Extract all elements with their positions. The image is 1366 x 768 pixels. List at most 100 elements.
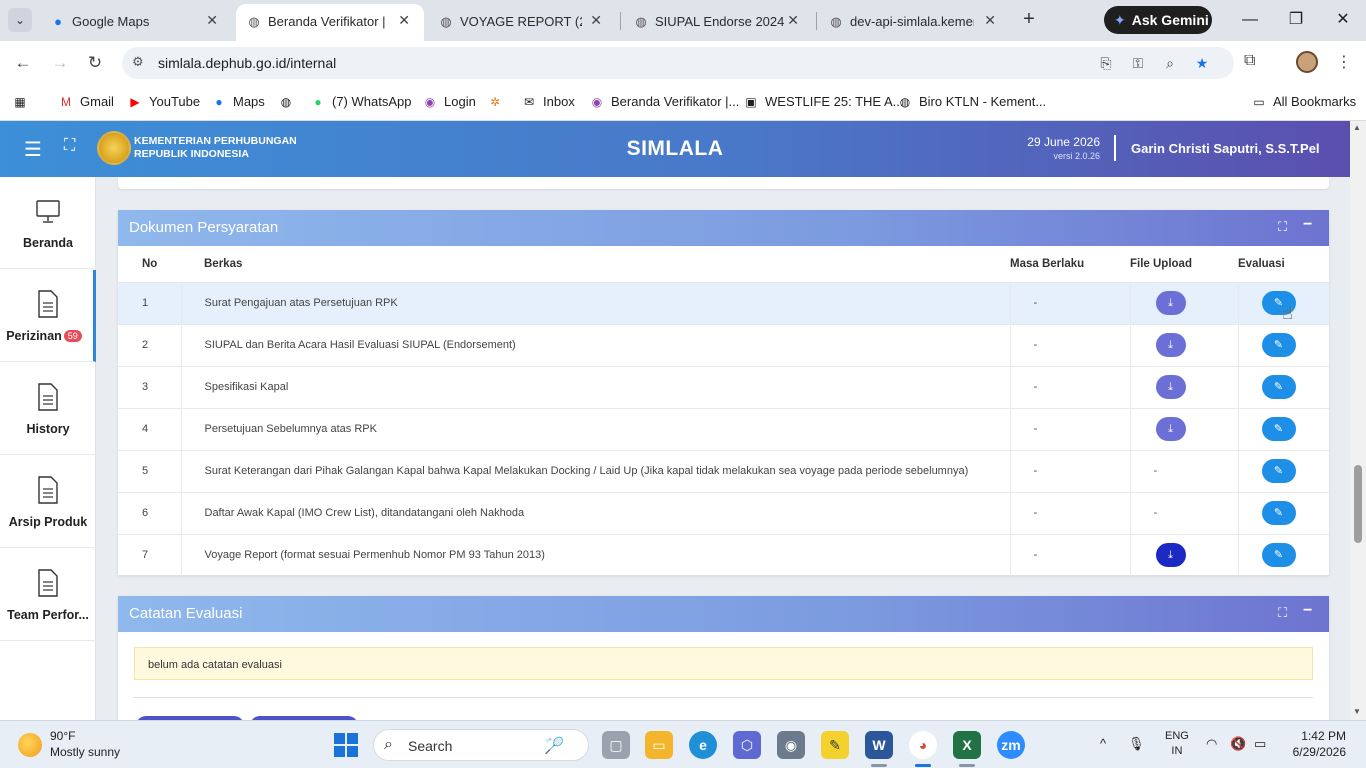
all-bookmarks[interactable]: ▭ All Bookmarks <box>1251 94 1356 109</box>
install-app-icon[interactable]: ⎘ <box>1096 53 1116 73</box>
evaluate-button[interactable]: ✎ <box>1261 375 1296 399</box>
sidebar-item-history[interactable]: History <box>0 363 96 455</box>
tab-voyage-report[interactable]: ◍ VOYAGE REPORT (230F ✕ <box>428 4 616 41</box>
address-bar[interactable]: ⚙ simlala.dephub.go.id/internal ⎘ ⚿ ⌕ ★ <box>122 47 1234 79</box>
edge-icon[interactable]: e <box>689 731 717 759</box>
bookmark-star-icon[interactable]: ★ <box>1192 53 1212 73</box>
download-button[interactable]: ⤓ <box>1155 333 1186 357</box>
back-arrow-icon[interactable]: ← <box>11 51 35 75</box>
page-scrollbar[interactable]: ▲ ▼ <box>1350 121 1366 720</box>
battery-icon[interactable]: ▭ <box>1254 736 1266 752</box>
bookmark-pinwheel[interactable]: ✲ <box>487 94 509 109</box>
download-button[interactable]: ⤓ <box>1155 417 1186 441</box>
evaluate-button[interactable]: ✎ <box>1261 543 1296 568</box>
word-icon[interactable]: W <box>865 731 893 759</box>
profile-avatar[interactable] <box>1296 51 1318 73</box>
evaluate-button[interactable]: ✎ <box>1261 501 1296 525</box>
maps-pin-icon: ● <box>54 14 62 29</box>
wifi-icon[interactable]: ◠ <box>1206 736 1217 752</box>
evaluate-button[interactable]: ✎ <box>1261 459 1296 483</box>
taskbar-search[interactable]: ⌕ Search 🏸 <box>373 729 589 761</box>
hamburger-menu-icon[interactable]: ☰ <box>24 137 42 162</box>
camera-icon[interactable]: ◉ <box>777 731 805 759</box>
scroll-up-icon[interactable]: ▲ <box>1353 123 1361 132</box>
download-button[interactable]: ⤓ <box>1155 291 1186 315</box>
close-icon[interactable]: ✕ <box>398 12 410 29</box>
bookmark-youtube[interactable]: ▶ YouTube <box>127 94 200 109</box>
close-icon[interactable]: ✕ <box>590 12 602 29</box>
weather-description[interactable]: Mostly sunny <box>50 745 120 759</box>
extensions-icon[interactable]: ⧉ <box>1244 52 1255 70</box>
bookmark-whatsapp[interactable]: ● (7) WhatsApp <box>310 94 411 109</box>
app-hexagon-icon[interactable]: ⬡ <box>733 731 761 759</box>
document-icon <box>38 383 58 411</box>
sidebar-item-perizinan[interactable]: Perizinan 59 <box>0 270 96 362</box>
user-name[interactable]: Garin Christi Saputri, S.S.T.Pel <box>1131 141 1320 156</box>
close-icon[interactable]: ✕ <box>787 12 799 29</box>
sidebar-item-team-performance[interactable]: Team Perfor... <box>0 549 96 641</box>
collapse-icon[interactable]: − <box>1303 216 1312 234</box>
clock-time[interactable]: 1:42 PM <box>1290 729 1346 743</box>
zoom-icon[interactable]: ⌕ <box>1160 53 1180 73</box>
bookmark-maps[interactable]: ● Maps <box>211 94 264 109</box>
excel-icon[interactable]: X <box>953 731 981 759</box>
fullscreen-icon[interactable]: ⛶ <box>64 137 75 155</box>
browser-menu-icon[interactable]: ⋮ <box>1336 52 1352 72</box>
globe-icon: ◍ <box>440 14 452 29</box>
download-button[interactable]: ⤓ <box>1155 543 1186 568</box>
close-icon[interactable]: ✕ <box>206 12 218 29</box>
language-indicator[interactable]: ENG IN <box>1165 729 1189 759</box>
volume-muted-icon[interactable]: 🔇 <box>1230 736 1246 752</box>
evaluate-button[interactable]: ✎ <box>1261 417 1296 441</box>
weather-sun-icon[interactable] <box>18 733 42 757</box>
bookmark-beranda-verifikator[interactable]: ◉ Beranda Verifikator |... <box>589 94 740 109</box>
tab-search-icon[interactable]: ⌄ <box>8 8 32 32</box>
sidebar-item-beranda[interactable]: Beranda <box>0 177 96 269</box>
tab-beranda-verifikator[interactable]: ◍ Beranda Verifikator | Si ✕ <box>236 4 424 41</box>
bookmark-globe[interactable]: ◍ <box>278 94 300 109</box>
chrome-icon[interactable]: ◕ <box>909 731 937 759</box>
task-view-icon[interactable]: ▢ <box>602 731 630 759</box>
expand-icon[interactable]: ⛶ <box>1278 219 1287 235</box>
minimize-icon[interactable]: — <box>1238 8 1262 32</box>
download-button[interactable]: ⤓ <box>1155 375 1186 399</box>
weather-temperature[interactable]: 90°F <box>50 729 75 743</box>
evaluate-button[interactable]: ✎ <box>1261 333 1296 357</box>
apps-grid-icon[interactable]: ▦ <box>12 94 34 109</box>
sticky-notes-icon[interactable]: ✎ <box>821 731 849 759</box>
new-tab-icon[interactable]: + <box>1018 8 1040 30</box>
url-text[interactable]: simlala.dephub.go.id/internal <box>158 55 336 71</box>
maximize-icon[interactable]: ❐ <box>1284 8 1308 32</box>
password-key-icon[interactable]: ⚿ <box>1128 53 1148 73</box>
forward-arrow-icon[interactable]: → <box>48 51 72 75</box>
close-icon[interactable]: ✕ <box>984 12 996 29</box>
bookmark-inbox[interactable]: ✉ Inbox <box>521 94 575 109</box>
bookmark-login[interactable]: ◉ Login <box>422 94 476 109</box>
scroll-down-icon[interactable]: ▼ <box>1353 707 1361 716</box>
window-close-icon[interactable]: ✕ <box>1331 8 1355 32</box>
cell-berkas: SIUPAL dan Berita Acara Hasil Evaluasi S… <box>181 323 1011 366</box>
tab-dev-api-simlala[interactable]: ◍ dev-api-simlala.kemenh ✕ <box>818 4 1010 41</box>
bookmark-gmail[interactable]: M Gmail <box>58 94 114 109</box>
bookmark-westlife[interactable]: ▣ WESTLIFE 25: THE A... <box>743 94 903 109</box>
file-explorer-icon[interactable]: ▭ <box>645 731 673 759</box>
scrollbar-thumb[interactable] <box>1354 465 1362 543</box>
tab-siupal-endorse[interactable]: ◍ SIUPAL Endorse 2024 ✕ <box>623 4 813 41</box>
sidebar-item-label: Perizinan 59 <box>0 329 92 343</box>
tab-google-maps[interactable]: ● Google Maps ✕ <box>40 4 232 41</box>
ask-gemini-button[interactable]: ✦ Ask Gemini <box>1104 6 1212 34</box>
expand-icon[interactable]: ⛶ <box>1278 605 1287 621</box>
microphone-icon[interactable]: 🎙 <box>1128 736 1145 752</box>
show-hidden-icons-icon[interactable]: ^ <box>1100 736 1106 751</box>
collapse-icon[interactable]: − <box>1303 602 1312 620</box>
sidebar-item-label: History <box>26 422 70 436</box>
bookmark-biro-ktln[interactable]: ◍ Biro KTLN - Kement... <box>897 94 1046 109</box>
reload-icon[interactable]: ↻ <box>83 51 107 75</box>
zoom-app-icon[interactable]: zm <box>997 731 1025 759</box>
sidebar-item-arsip-produk[interactable]: Arsip Produk <box>0 456 96 548</box>
windows-start-icon[interactable] <box>334 733 358 757</box>
document-icon <box>38 569 58 597</box>
cell-berkas: Persetujuan Sebelumnya atas RPK <box>181 407 1011 450</box>
clock-date[interactable]: 6/29/2026 <box>1278 745 1346 759</box>
site-settings-icon[interactable]: ⚙ <box>132 54 144 70</box>
